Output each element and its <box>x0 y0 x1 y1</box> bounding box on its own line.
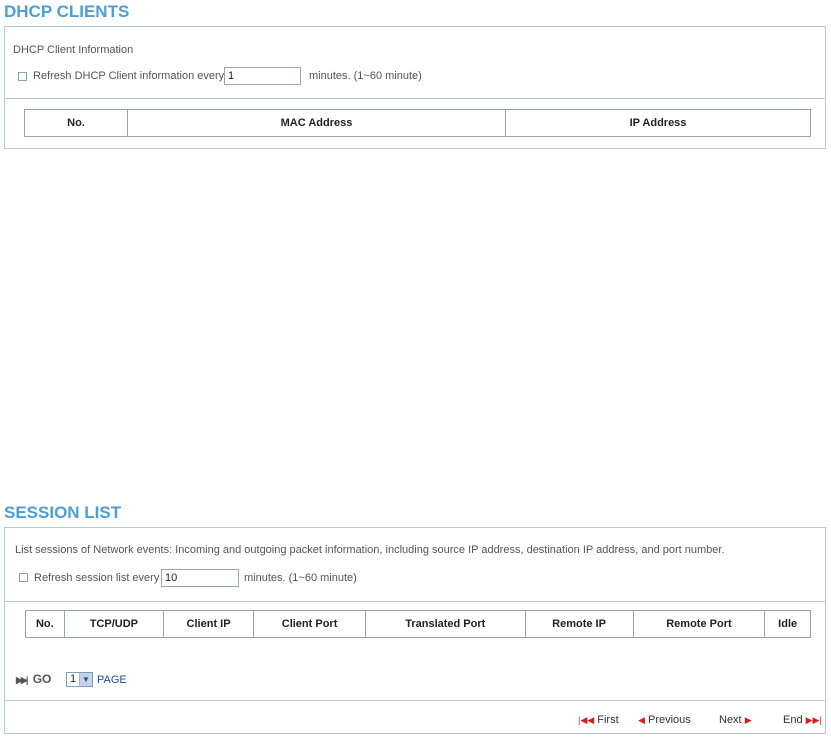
go-button[interactable]: ▶▶| GO <box>16 672 51 686</box>
nav-previous-label: Previous <box>647 714 691 726</box>
dhcp-table: No. MAC Address IP Address <box>24 109 811 137</box>
dhcp-minutes-hint: minutes. (1~60 minute) <box>309 70 422 82</box>
skip-last-icon: ▶▶| <box>805 715 822 725</box>
page-label: PAGE <box>97 674 127 686</box>
dhcp-info-label: DHCP Client Information <box>13 44 134 56</box>
col-idle: Idle <box>764 610 811 638</box>
table-header-row: No. TCP/UDP Client IP Client Port Transl… <box>25 610 811 638</box>
fast-forward-icon: ▶▶| <box>16 675 28 685</box>
col-client-port: Client Port <box>253 610 366 638</box>
session-title: SESSION LIST <box>4 503 122 522</box>
session-refresh-label: Refresh session list every <box>34 572 160 584</box>
nav-end-label: End <box>783 714 803 726</box>
session-refresh-input[interactable]: 10 <box>161 569 239 587</box>
nav-first-label: First <box>597 714 619 726</box>
col-tcp-udp: TCP/UDP <box>63 610 164 638</box>
col-remote-port: Remote Port <box>632 610 766 638</box>
chevron-down-icon: ▼ <box>79 673 92 686</box>
nav-next-label: Next <box>719 714 742 726</box>
table-header-row: No. MAC Address IP Address <box>24 109 811 137</box>
go-label: GO <box>32 672 52 686</box>
nav-previous[interactable]: ◀ Previous <box>638 714 691 726</box>
dhcp-title: DHCP CLIENTS <box>4 2 130 21</box>
session-table: No. TCP/UDP Client IP Client Port Transl… <box>25 610 811 638</box>
nav-next[interactable]: Next ▶ <box>719 714 752 726</box>
dhcp-refresh-input[interactable]: 1 <box>224 67 301 85</box>
session-minutes-hint: minutes. (1~60 minute) <box>244 572 357 584</box>
dhcp-divider <box>5 98 825 99</box>
page-select-value: 1 <box>70 673 77 685</box>
dhcp-panel: DHCP Client Information Refresh DHCP Cli… <box>4 26 826 149</box>
col-no: No. <box>25 610 65 638</box>
col-translated-port: Translated Port <box>365 610 526 638</box>
chevron-left-icon: ◀ <box>638 715 645 725</box>
chevron-right-icon: ▶ <box>744 715 752 725</box>
skip-first-icon: |◀◀ <box>578 715 595 725</box>
col-no: No. <box>24 109 128 137</box>
col-ip-address: IP Address <box>505 109 811 137</box>
col-mac-address: MAC Address <box>127 109 506 137</box>
nav-end[interactable]: End ▶▶| <box>783 714 822 726</box>
session-footer-divider <box>5 700 825 701</box>
col-remote-ip: Remote IP <box>524 610 634 638</box>
page-select[interactable]: 1 ▼ <box>66 672 93 687</box>
session-refresh-checkbox[interactable] <box>19 573 28 582</box>
session-description: List sessions of Network events: Incomin… <box>15 544 725 556</box>
dhcp-refresh-label: Refresh DHCP Client information every <box>33 70 225 82</box>
col-client-ip: Client IP <box>162 610 255 638</box>
session-divider <box>5 601 825 602</box>
nav-first[interactable]: |◀◀ First <box>578 714 619 726</box>
session-panel: List sessions of Network events: Incomin… <box>4 527 826 734</box>
dhcp-refresh-checkbox[interactable] <box>18 72 27 81</box>
